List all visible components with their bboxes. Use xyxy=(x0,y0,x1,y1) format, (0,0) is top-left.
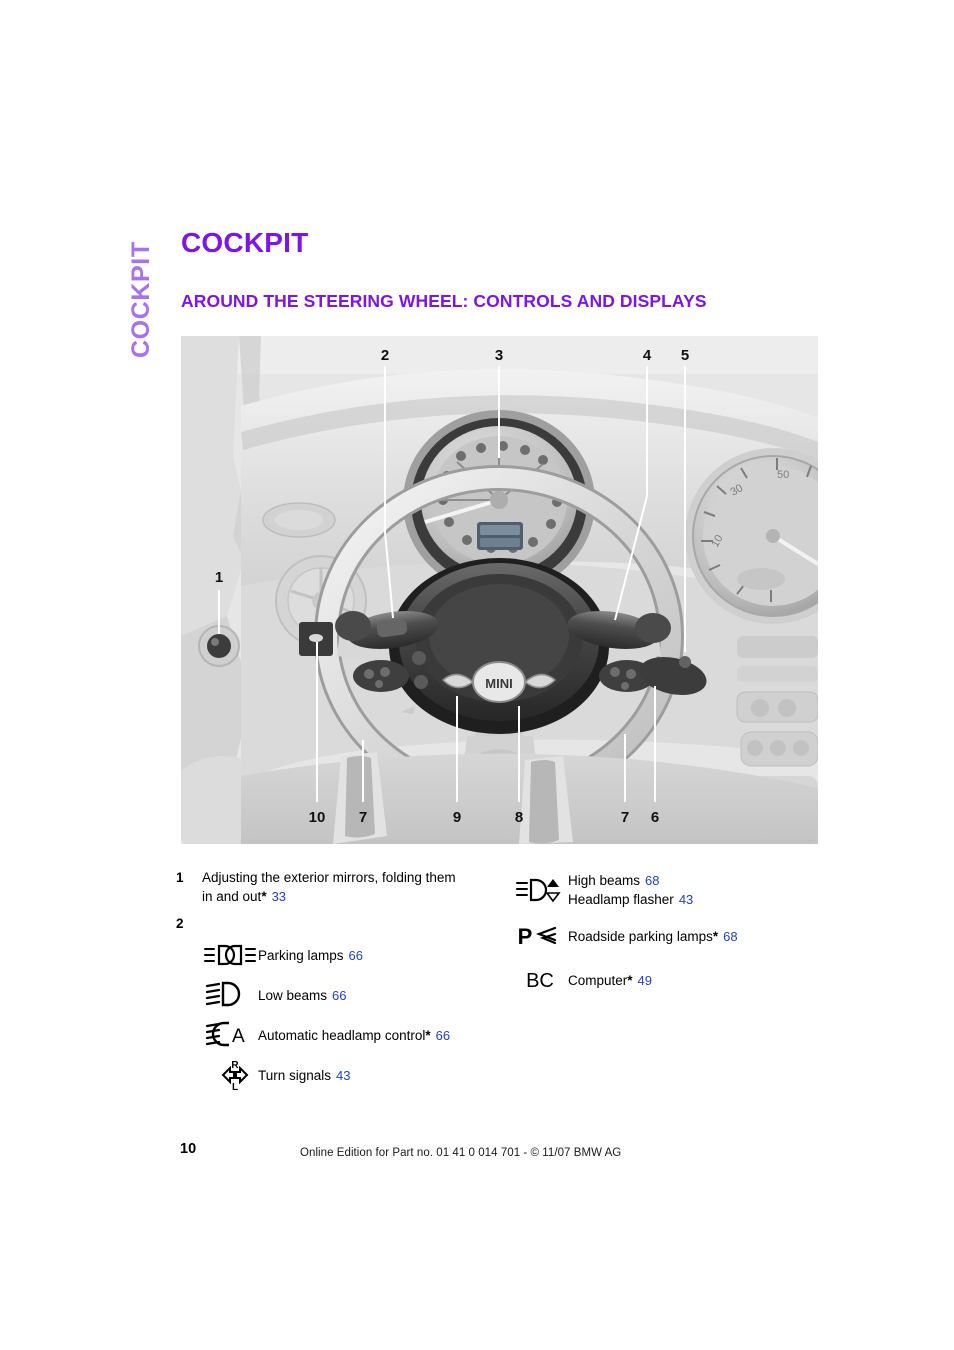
automatic-headlamp-control-icon: A xyxy=(202,1020,258,1050)
legend-item-1-page[interactable]: 33 xyxy=(272,889,286,904)
svg-text:L: L xyxy=(232,1082,238,1091)
legend-roadside-parking-lamps-page[interactable]: 68 xyxy=(723,929,737,944)
low-beams-icon xyxy=(202,980,258,1010)
steering-wheel-badge: MINI xyxy=(485,676,512,691)
legend-item-2-number: 2 xyxy=(176,916,184,931)
callout-8: 8 xyxy=(515,809,523,826)
legend-computer-label: Computer xyxy=(568,972,628,988)
legend-roadside-parking-lamps-text: Roadside parking lamps* 68 xyxy=(568,927,738,946)
legend-headlamp-flasher-page[interactable]: 43 xyxy=(679,892,693,907)
svg-text:P: P xyxy=(518,924,533,949)
legend-automatic-headlamp-control-label: Automatic headlamp control xyxy=(258,1027,426,1043)
legend-high-beams: High beams 68 Headlamp flasher 43 xyxy=(512,870,812,910)
legend-automatic-headlamp-control: A Automatic headlamp control* 66 xyxy=(202,1015,506,1055)
callout-3: 3 xyxy=(495,347,503,364)
legend-low-beams-text: Low beams 66 xyxy=(258,986,347,1005)
callout-6: 6 xyxy=(651,809,659,826)
legend-turn-signals-label: Turn signals xyxy=(258,1067,332,1083)
legend-parking-lamps: Parking lamps 66 xyxy=(202,935,506,975)
legend-automatic-headlamp-control-star: * xyxy=(425,1027,431,1043)
svg-text:R: R xyxy=(231,1060,239,1071)
callout-5: 5 xyxy=(681,347,689,364)
legend-roadside-parking-lamps: P Roadside parking lamps* 68 xyxy=(512,916,812,956)
legend-high-beams-text: High beams 68 Headlamp flasher 43 xyxy=(568,871,693,909)
legend-item-1-number: 1 xyxy=(176,870,184,885)
legend-automatic-headlamp-control-page[interactable]: 66 xyxy=(436,1028,450,1043)
legend-parking-lamps-text: Parking lamps 66 xyxy=(258,946,363,965)
legend-high-beams-label: High beams xyxy=(568,873,641,888)
legend-item-1-text: Adjusting the exterior mirrors, folding … xyxy=(202,868,506,906)
page-title: COCKPIT xyxy=(181,227,309,258)
legend-item-1: 1 Adjusting the exterior mirrors, foldin… xyxy=(176,868,506,906)
legend-computer-star: * xyxy=(627,972,633,988)
section-heading: AROUND THE STEERING WHEEL: CONTROLS AND … xyxy=(181,291,707,311)
high-beams-flasher-icon xyxy=(512,875,568,905)
callout-10: 10 xyxy=(309,809,326,826)
legend-column-right: High beams 68 Headlamp flasher 43 P Road… xyxy=(512,868,812,1000)
legend-low-beams: Low beams 66 xyxy=(202,975,506,1015)
callout-7-right: 7 xyxy=(621,809,629,826)
legend-item-1-star: * xyxy=(261,889,267,904)
legend-roadside-parking-lamps-label: Roadside parking lamps xyxy=(568,928,713,944)
legend-turn-signals-page[interactable]: 43 xyxy=(336,1068,350,1083)
page-number: 10 xyxy=(180,1141,197,1157)
callout-9: 9 xyxy=(453,809,461,826)
chapter-tab-label: COCKPIT xyxy=(127,241,155,358)
callout-2: 2 xyxy=(381,347,389,364)
legend-computer-page[interactable]: 49 xyxy=(638,973,652,988)
figure-code: MINI0119CKPT xyxy=(808,838,815,844)
callout-7-left: 7 xyxy=(359,809,367,826)
legend-turn-signals: R L Turn signals 43 xyxy=(202,1055,506,1095)
legend-low-beams-label: Low beams xyxy=(258,987,328,1003)
svg-text:A: A xyxy=(232,1026,245,1047)
legend-high-beams-page[interactable]: 68 xyxy=(645,873,659,888)
parking-lamps-icon xyxy=(202,943,258,967)
legend-item-1-line2: in and out xyxy=(202,889,262,904)
computer-icon: BC xyxy=(512,967,568,993)
legend-turn-signals-text: Turn signals 43 xyxy=(258,1066,351,1085)
legend-roadside-parking-lamps-star: * xyxy=(712,928,719,944)
legend-parking-lamps-page[interactable]: 66 xyxy=(349,948,363,963)
svg-text:50: 50 xyxy=(777,469,789,481)
roadside-parking-lamps-icon: P xyxy=(512,922,568,950)
legend-headlamp-flasher-label: Headlamp flasher xyxy=(568,892,674,907)
legend-column-left: 1 Adjusting the exterior mirrors, foldin… xyxy=(176,868,506,1095)
legend-item-2: 2 xyxy=(176,914,506,933)
turn-signals-icon: R L xyxy=(202,1059,258,1091)
legend-item-1-line1: Adjusting the exterior mirrors, folding … xyxy=(202,870,456,885)
manual-page: COCKPIT COCKPIT AROUND THE STEERING WHEE… xyxy=(0,0,954,1350)
legend-computer-text: Computer* 49 xyxy=(568,971,652,990)
legend-computer: BC Computer* 49 xyxy=(512,960,812,1000)
cockpit-illustration: 10 30 50 MINI 2 3 4 5 1 10 7 9 8 7 6 xyxy=(181,336,818,844)
legend-low-beams-page[interactable]: 66 xyxy=(332,988,346,1003)
legend-automatic-headlamp-control-text: Automatic headlamp control* 66 xyxy=(258,1026,450,1045)
legend-parking-lamps-label: Parking lamps xyxy=(258,947,344,963)
svg-text:BC: BC xyxy=(526,970,554,992)
callout-4: 4 xyxy=(643,347,652,364)
callout-1: 1 xyxy=(215,569,223,586)
footer-note: Online Edition for Part no. 01 41 0 014 … xyxy=(300,1147,622,1159)
